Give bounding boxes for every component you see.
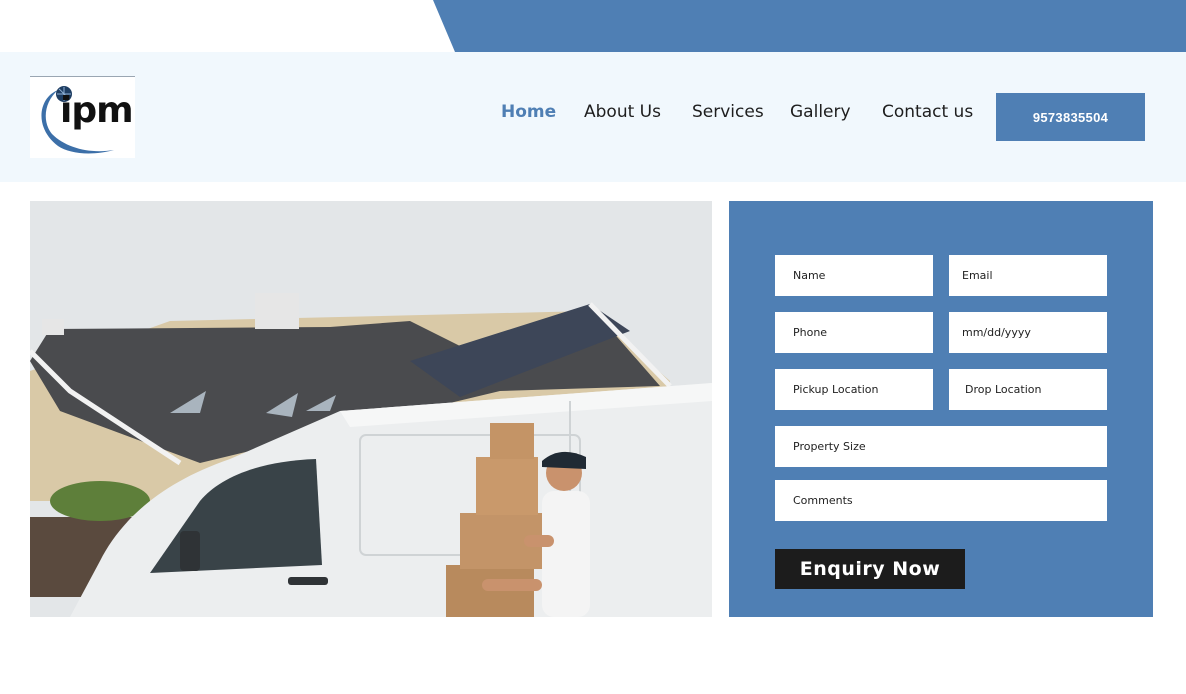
phone-button[interactable]: 9573835504 xyxy=(996,93,1145,141)
pickup-location-field[interactable]: Pickup Location xyxy=(775,369,933,410)
site-logo[interactable]: ipm xyxy=(30,76,135,158)
name-field[interactable]: Name xyxy=(775,255,933,296)
page: ipm Home About Us Services Gallery Conta… xyxy=(0,0,1186,694)
top-accent-band xyxy=(433,0,1186,52)
drop-location-field[interactable]: Drop Location xyxy=(949,369,1107,410)
nav-home[interactable]: Home xyxy=(501,102,556,122)
enquiry-form: Name Email Phone mm/dd/yyyy Pickup Locat… xyxy=(729,201,1153,617)
date-field[interactable]: mm/dd/yyyy xyxy=(949,312,1107,353)
email-field[interactable]: Email xyxy=(949,255,1107,296)
nav-about-us[interactable]: About Us xyxy=(584,102,661,122)
nav-contact-us[interactable]: Contact us xyxy=(882,102,973,122)
property-size-field[interactable]: Property Size xyxy=(775,426,1107,467)
mover-van-house-illustration xyxy=(30,201,712,617)
top-bar xyxy=(0,0,1186,52)
nav-services[interactable]: Services xyxy=(692,102,764,122)
site-header: ipm Home About Us Services Gallery Conta… xyxy=(0,52,1186,182)
nav-gallery[interactable]: Gallery xyxy=(790,102,851,122)
phone-field[interactable]: Phone xyxy=(775,312,933,353)
logo-text: ipm xyxy=(60,90,134,131)
hero-image xyxy=(30,201,712,617)
comments-field[interactable]: Comments xyxy=(775,480,1107,521)
enquiry-now-button[interactable]: Enquiry Now xyxy=(775,549,965,589)
